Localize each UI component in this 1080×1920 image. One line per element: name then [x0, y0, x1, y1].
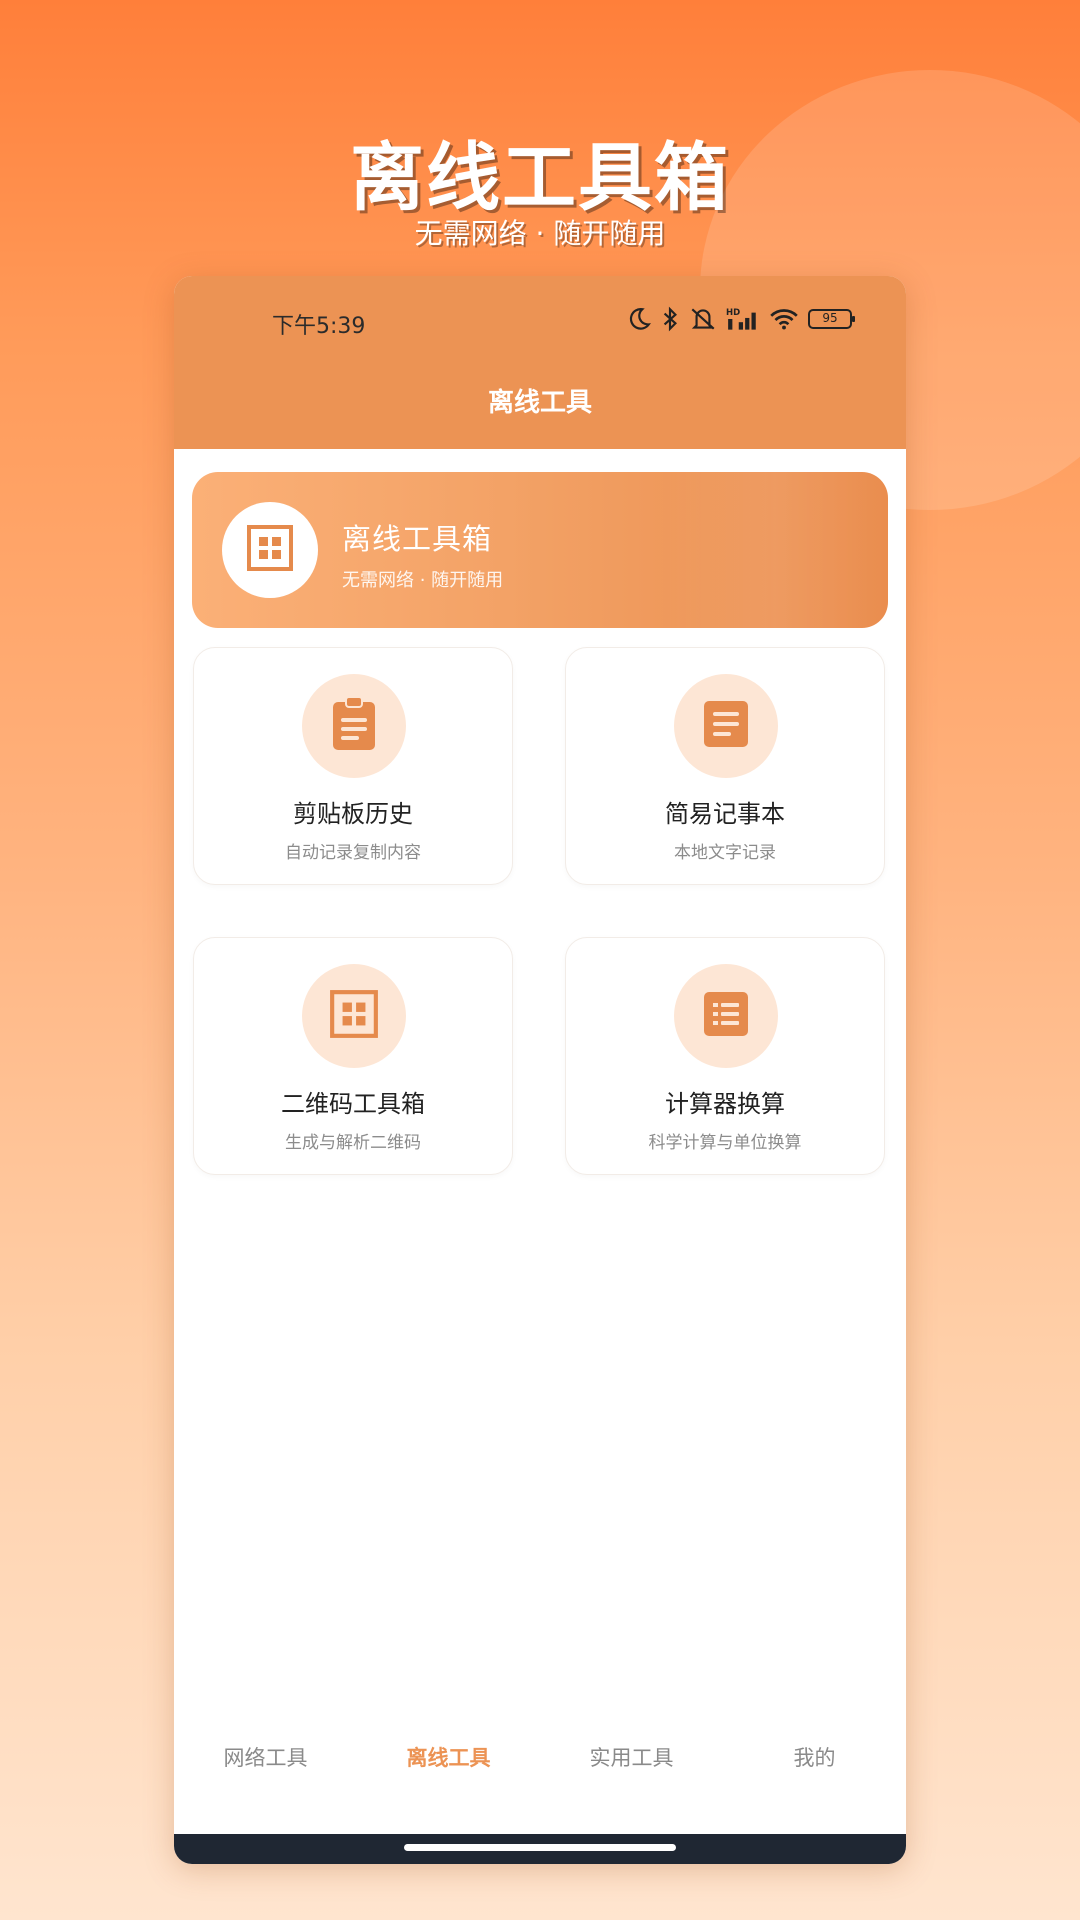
note-icon: [702, 699, 750, 753]
tool-title: 剪贴板历史: [293, 800, 413, 828]
tool-icon-circle: [674, 674, 778, 778]
tool-icon-circle: [674, 964, 778, 1068]
nav-item-utility-tools[interactable]: 实用工具: [540, 1722, 723, 1794]
moon-icon: [626, 306, 652, 332]
tool-card-qrcode[interactable]: 二维码工具箱 生成与解析二维码: [193, 937, 513, 1175]
banner-title: 离线工具箱: [342, 522, 493, 556]
svg-text:HD: HD: [726, 308, 740, 318]
status-time: 下午5:39: [272, 314, 366, 339]
bottom-nav: 网络工具 离线工具 实用工具 我的: [174, 1722, 906, 1794]
tool-title: 二维码工具箱: [281, 1090, 425, 1118]
tool-desc: 本地文字记录: [674, 843, 776, 863]
nav-item-network-tools[interactable]: 网络工具: [174, 1722, 357, 1794]
nav-item-mine[interactable]: 我的: [723, 1722, 906, 1794]
banner-logo: [222, 502, 318, 598]
clipboard-icon: [330, 696, 378, 756]
tool-card-calculator[interactable]: 计算器换算 科学计算与单位换算: [565, 937, 885, 1175]
hero-title: 离线工具箱: [350, 135, 730, 221]
app-bar-title: 离线工具: [487, 388, 592, 418]
home-indicator[interactable]: [404, 1844, 676, 1851]
tool-title: 简易记事本: [665, 800, 785, 828]
calculator-icon: [702, 990, 750, 1042]
banner-subtitle: 无需网络 · 随开随用: [342, 570, 504, 591]
tool-desc: 生成与解析二维码: [285, 1133, 421, 1153]
qrcode-icon: [328, 988, 380, 1044]
battery-icon: 95: [808, 308, 856, 330]
tool-card-clipboard[interactable]: 剪贴板历史 自动记录复制内容: [193, 647, 513, 885]
grid-icon: [245, 523, 295, 577]
hero-subtitle: 无需网络 · 随开随用: [414, 217, 666, 250]
tool-icon-circle: [302, 674, 406, 778]
mute-icon: [688, 306, 718, 332]
gesture-bar: [174, 1834, 906, 1864]
tool-desc: 科学计算与单位换算: [648, 1133, 802, 1153]
app-bar: 下午5:39 HD 95 离线工具: [174, 276, 906, 449]
status-icons: HD 95: [626, 306, 856, 332]
battery-level: 95: [822, 311, 838, 325]
phone-screen: 下午5:39 HD 95 离线工具 离线工具箱 无需网络 · 随开随用 剪贴板历…: [174, 276, 906, 1864]
wifi-icon: [768, 306, 800, 332]
nav-item-offline-tools[interactable]: 离线工具: [357, 1722, 540, 1794]
promo-page: 离线工具箱 无需网络 · 随开随用 下午5:39 HD 95 离线工具 离线工具…: [0, 0, 1080, 1920]
bluetooth-icon: [660, 306, 680, 332]
tool-icon-circle: [302, 964, 406, 1068]
tool-desc: 自动记录复制内容: [285, 843, 421, 863]
signal-icon: HD: [726, 306, 760, 332]
tool-title: 计算器换算: [665, 1090, 785, 1118]
banner-card[interactable]: 离线工具箱 无需网络 · 随开随用: [192, 472, 888, 628]
tool-card-notepad[interactable]: 简易记事本 本地文字记录: [565, 647, 885, 885]
